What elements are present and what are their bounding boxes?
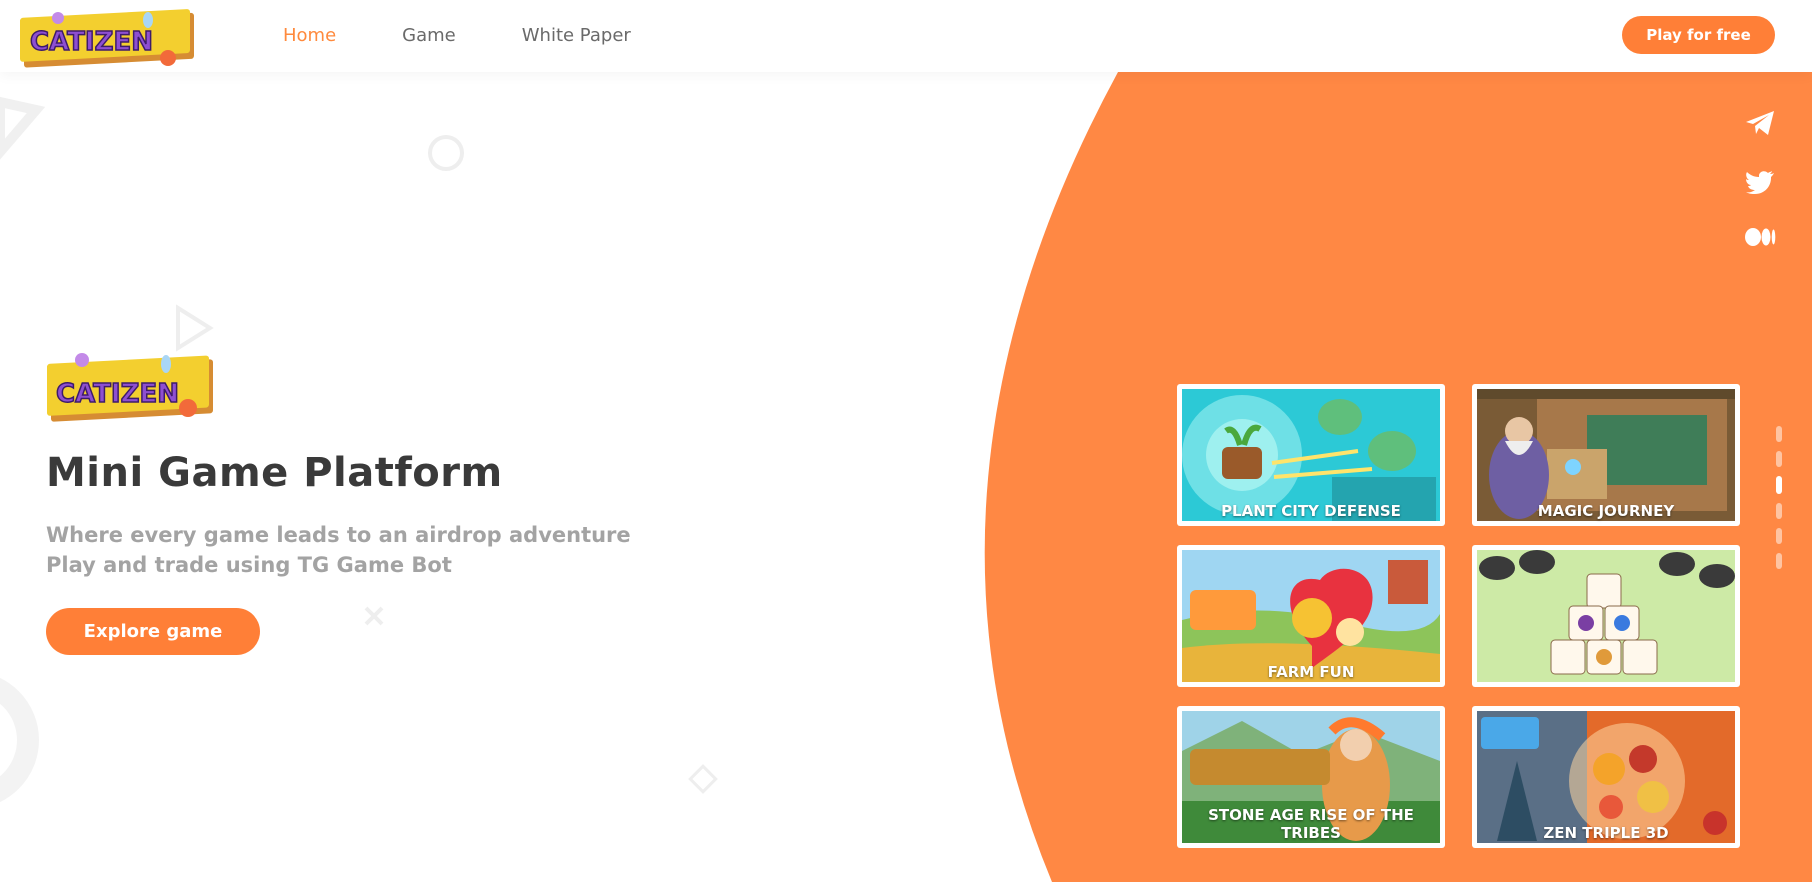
game-thumbnail [1477,389,1735,521]
hero-subtitle-line-1: Where every game leads to an airdrop adv… [46,523,631,547]
main-nav: Home Game White Paper [283,0,697,70]
hero-title: Mini Game Platform [46,450,503,496]
svg-text:CATIZEN: CATIZEN [30,27,153,57]
pager-dot-2[interactable] [1776,451,1782,467]
game-thumbnail [1477,711,1735,843]
twitter-icon[interactable] [1740,165,1780,199]
explore-game-button[interactable]: Explore game [46,608,260,655]
pager-dot-5[interactable] [1776,528,1782,544]
game-card-farm-fun[interactable]: FARM FUN [1177,545,1445,687]
game-card-magic-journey[interactable]: MAGIC JOURNEY [1472,384,1740,526]
carousel-pager [1776,426,1784,578]
game-card-zen-triple-3d[interactable]: ZEN TRIPLE 3D [1472,706,1740,848]
game-thumbnail [1477,550,1735,682]
catizen-hero-logo: CATIZEN [47,353,213,422]
nav-game[interactable]: Game [402,25,456,46]
catizen-logo[interactable]: CATIZEN [18,6,204,68]
nav-white-paper[interactable]: White Paper [522,25,631,46]
nav-home[interactable]: Home [283,25,336,46]
play-for-free-button[interactable]: Play for free [1622,16,1775,54]
game-thumbnail [1182,550,1440,682]
game-thumbnail [1182,711,1440,843]
site-header: CATIZEN Home Game White Paper Play for f… [0,0,1812,72]
pager-dot-1[interactable] [1776,426,1782,442]
pager-dot-6[interactable] [1776,553,1782,569]
svg-text:CATIZEN: CATIZEN [56,379,179,409]
medium-icon[interactable] [1740,220,1780,254]
game-card-plant-city-defense[interactable]: PLANT CITY DEFENSE [1177,384,1445,526]
game-card-tile-match[interactable] [1472,545,1740,687]
telegram-icon[interactable] [1740,106,1780,140]
pager-dot-4[interactable] [1776,503,1782,519]
game-card-stone-age[interactable]: STONE AGE RISE OF THE TRIBES [1177,706,1445,848]
game-thumbnail [1182,389,1440,521]
hero-subtitle-line-2: Play and trade using TG Game Bot [46,553,452,577]
pager-dot-3-active[interactable] [1776,476,1782,494]
hero-subtitle: Where every game leads to an airdrop adv… [46,520,631,580]
